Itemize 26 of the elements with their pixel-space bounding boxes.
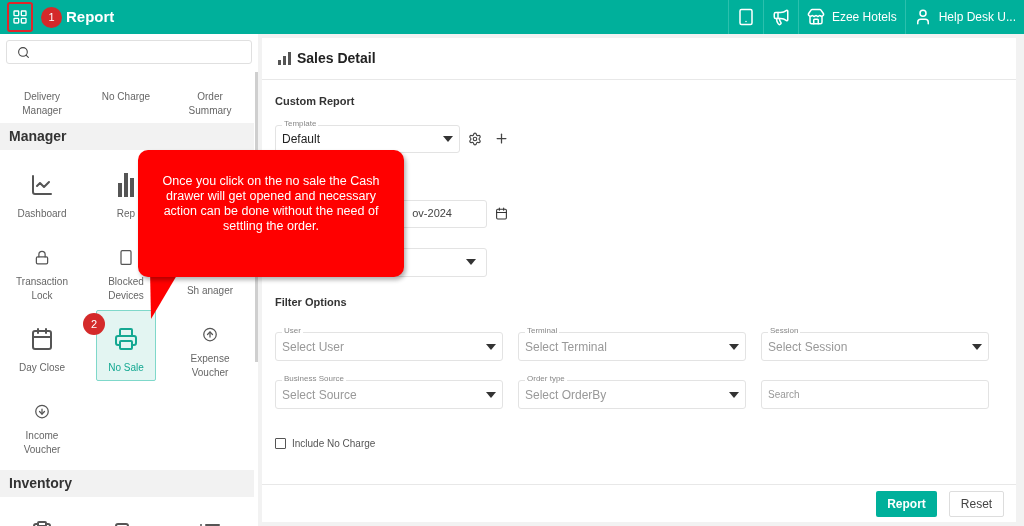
panel-title: Sales Detail — [297, 49, 376, 68]
placeholder-text: Select Source — [282, 386, 357, 404]
placeholder-text: Select OrderBy — [525, 386, 607, 404]
field-label: User — [282, 326, 303, 336]
section-title: Manager — [9, 127, 67, 146]
section-title: Inventory — [9, 474, 72, 493]
placeholder-text: Select Session — [768, 338, 848, 356]
checkbox-label: Include No Charge — [292, 437, 376, 451]
sidebar-item[interactable]: Order Summary — [168, 90, 252, 118]
field-label: Template — [282, 118, 319, 129]
reset-button[interactable]: Reset — [949, 490, 1004, 517]
field-value: Default — [282, 130, 321, 148]
section-title: Custom Report — [275, 94, 356, 109]
sidebar-item[interactable]: No Charge — [84, 90, 168, 118]
section-title: Filter Options — [275, 294, 348, 310]
placeholder-text: Select User — [282, 338, 345, 356]
field-label: Terminal — [525, 326, 560, 336]
field-label: Session — [768, 326, 801, 336]
field-value: ov-2024 — [412, 206, 452, 222]
placeholder-text: Select Terminal — [525, 338, 607, 356]
page-title: Report — [66, 6, 115, 27]
field-label: Business Source — [282, 374, 347, 384]
sidebar-item[interactable]: Delivery Manager — [0, 90, 84, 118]
field-label: Order type — [525, 374, 567, 384]
search-field[interactable]: Search — [761, 380, 989, 409]
callout-text: Once you click on the no sale the Cash drawer will get opened and necessary action can be done without the need of settling the order. — [161, 174, 381, 234]
